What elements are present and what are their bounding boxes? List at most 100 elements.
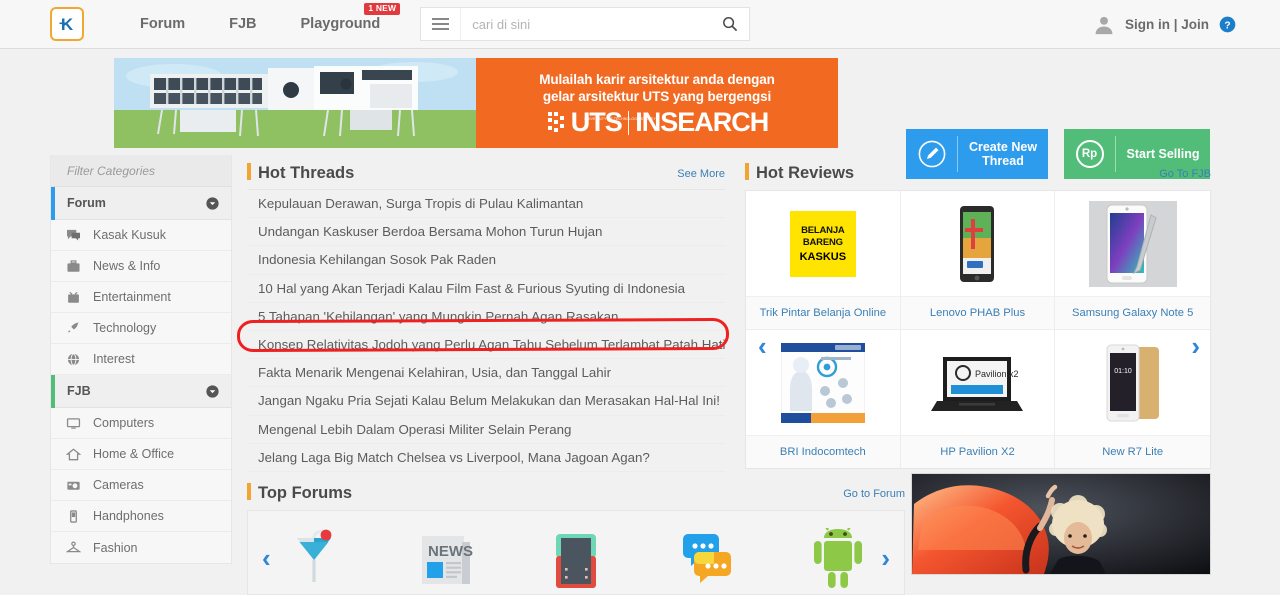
hot-thread-item[interactable]: Jangan Ngaku Pria Sejati Kalau Belum Mel… bbox=[247, 387, 725, 416]
hot-thread-item[interactable]: Mengenal Lebih Dalam Operasi Militer Sel… bbox=[247, 416, 725, 444]
hot-reviews-section: Hot Reviews Go To FJB BELANJA BARENG KAS… bbox=[745, 155, 1211, 469]
uts-brand-text: UTS bbox=[570, 107, 623, 137]
sidebar-item-label: Kasak Kusuk bbox=[93, 228, 166, 242]
reviews-prev-arrow[interactable]: ‹ bbox=[758, 333, 767, 359]
hot-reviews-grid: BELANJA BARENG KASKUS Trik Pintar Belanj… bbox=[745, 190, 1211, 469]
filter-categories-box bbox=[51, 155, 231, 187]
sidebar-item-news-info[interactable]: News & Info bbox=[51, 251, 231, 282]
sidebar-item-label: Fashion bbox=[93, 540, 138, 555]
sidebar-item-label: News & Info bbox=[93, 259, 161, 273]
chevron-down-icon[interactable] bbox=[206, 196, 219, 210]
sidebar-item-cameras[interactable]: Cameras bbox=[51, 470, 231, 501]
review-caption[interactable]: Lenovo PHAB Plus bbox=[900, 296, 1055, 329]
hot-thread-item[interactable]: 10 Hal yang Akan Terjadi Kalau Film Fast… bbox=[247, 275, 725, 303]
tv-icon bbox=[65, 290, 82, 305]
review-thumbnail: BELANJA BARENG KASKUS bbox=[746, 191, 900, 296]
promo-row: Mulailah karir arsitektur anda dengan ge… bbox=[0, 50, 1280, 179]
help-icon[interactable]: ? bbox=[1219, 16, 1236, 33]
avatar-icon bbox=[1095, 16, 1113, 34]
svg-text:?: ? bbox=[1224, 20, 1230, 31]
news-icon: NEWS bbox=[421, 536, 473, 584]
sidebar-group-fjb[interactable]: FJB bbox=[51, 375, 231, 408]
review-caption[interactable]: HP Pavilion X2 bbox=[900, 435, 1055, 468]
review-caption[interactable]: New R7 Lite bbox=[1055, 435, 1210, 468]
sidebar-item-computers[interactable]: Computers bbox=[51, 408, 231, 439]
go-to-forum-link[interactable]: Go to Forum bbox=[843, 488, 905, 500]
reviews-next-arrow[interactable]: › bbox=[1191, 333, 1200, 359]
banner-headline-line1: Mulailah karir arsitektur anda dengan bbox=[539, 72, 775, 87]
uts-logo-lockup: UTS INSEARCH bbox=[546, 109, 769, 136]
fashion-ad-banner[interactable] bbox=[911, 473, 1211, 575]
sign-in-join-link[interactable]: Sign in | Join bbox=[1125, 17, 1209, 32]
review-thumbnail bbox=[746, 330, 900, 435]
sidebar-item-handphones[interactable]: Handphones bbox=[51, 501, 231, 532]
sidebar-item-label: Handphones bbox=[93, 509, 164, 523]
hot-reviews-header: Hot Reviews Go To FJB bbox=[745, 155, 1211, 182]
thumb-line3: KASKUS bbox=[799, 250, 847, 263]
review-thumbnail bbox=[900, 191, 1055, 296]
hot-thread-item-highlighted[interactable]: Konsep Relativitas Jodoh yang Perlu Agan… bbox=[247, 331, 725, 360]
search-input[interactable] bbox=[461, 8, 712, 40]
svg-text:01:10: 01:10 bbox=[1114, 368, 1132, 375]
hamburger-menu-icon[interactable] bbox=[421, 8, 462, 40]
banner-building-photo bbox=[114, 58, 476, 148]
hot-thread-item[interactable]: Indonesia Kehilangan Sosok Pak Raden bbox=[247, 246, 725, 275]
uts-insearch-banner-ad[interactable]: Mulailah karir arsitektur anda dengan ge… bbox=[114, 58, 838, 148]
nav-item-playground[interactable]: Playground 1 NEW bbox=[279, 0, 403, 49]
sidebar-item-kasak-kusuk[interactable]: Kasak Kusuk bbox=[51, 220, 231, 251]
hot-thread-item[interactable]: Undangan Kaskuser Berdoa Bersama Mohon T… bbox=[247, 218, 725, 247]
hot-review-card[interactable]: BRI Indocomtech bbox=[746, 330, 901, 468]
see-more-link[interactable]: See More bbox=[677, 168, 725, 180]
top-forum-item[interactable] bbox=[510, 511, 641, 594]
nav-item-forum[interactable]: Forum bbox=[118, 0, 207, 49]
banner-text-panel: Mulailah karir arsitektur anda dengan ge… bbox=[476, 58, 838, 148]
hot-thread-item[interactable]: Kepulauan Derawan, Surga Tropis di Pulau… bbox=[247, 190, 725, 219]
hot-thread-item[interactable]: Fakta Menarik Mengenai Kelahiran, Usia, … bbox=[247, 359, 725, 388]
cocktail-icon bbox=[296, 529, 331, 582]
sidebar-item-entertainment[interactable]: Entertainment bbox=[51, 282, 231, 313]
monitor-icon bbox=[65, 416, 82, 431]
hot-review-card[interactable]: Pavilion x2 HP Pavilion X2 bbox=[900, 330, 1056, 468]
go-to-fjb-link[interactable]: Go To FJB bbox=[1159, 168, 1211, 180]
handheld-console-icon bbox=[556, 534, 596, 588]
main-nav: Forum FJB Playground 1 NEW bbox=[118, 0, 402, 49]
sidebar-item-home-office[interactable]: Home & Office bbox=[51, 439, 231, 470]
search-button[interactable] bbox=[711, 8, 749, 40]
carousel-prev-arrow[interactable]: ‹ bbox=[262, 545, 271, 571]
sidebar-item-fashion[interactable]: Fashion bbox=[51, 532, 231, 563]
sidebar-item-label: Interest bbox=[93, 352, 135, 366]
section-accent-bar bbox=[247, 483, 251, 500]
review-caption[interactable]: BRI Indocomtech bbox=[746, 435, 900, 468]
hot-review-card[interactable]: BELANJA BARENG KASKUS Trik Pintar Belanj… bbox=[746, 191, 901, 330]
top-forums-section: Top Forums Go to Forum ‹ NEWS › bbox=[247, 475, 905, 595]
top-forum-item[interactable] bbox=[642, 511, 773, 594]
kaskus-logo[interactable]: K bbox=[50, 7, 84, 41]
review-caption[interactable]: Samsung Galaxy Note 5 bbox=[1055, 296, 1210, 329]
nav-item-fjb[interactable]: FJB bbox=[207, 0, 278, 49]
tablet-thumb bbox=[938, 200, 1017, 287]
main-content: Forum Kasak Kusuk News & Info Entertainm… bbox=[0, 155, 1280, 595]
sidebar-group-forum[interactable]: Forum bbox=[51, 187, 231, 220]
section-accent-bar bbox=[247, 163, 251, 180]
laptop-thumb: Pavilion x2 bbox=[929, 346, 1026, 419]
rocket-icon bbox=[65, 321, 82, 336]
sidebar-item-interest[interactable]: Interest bbox=[51, 344, 231, 375]
hot-review-card[interactable]: Lenovo PHAB Plus bbox=[900, 191, 1056, 330]
hot-review-card[interactable]: 01:10 New R7 Lite bbox=[1055, 330, 1210, 468]
sidebar-item-label: Entertainment bbox=[93, 290, 171, 304]
chevron-down-icon[interactable] bbox=[206, 384, 219, 398]
top-forum-item[interactable]: NEWS bbox=[379, 511, 510, 594]
filter-categories-input[interactable] bbox=[51, 163, 224, 178]
carousel-next-arrow[interactable]: › bbox=[881, 545, 890, 571]
sidebar-item-label: Home & Office bbox=[93, 447, 175, 461]
sidebar-item-label: Cameras bbox=[93, 478, 144, 492]
camera-icon bbox=[65, 478, 82, 493]
briefcase-icon bbox=[65, 259, 82, 274]
hot-thread-item[interactable]: Jelang Laga Big Match Chelsea vs Liverpo… bbox=[247, 444, 725, 472]
hot-thread-item[interactable]: 5 Tahapan 'Kehilangan' yang Mungkin Pern… bbox=[247, 303, 725, 331]
banner-headline-line2: gelar arsitektur UTS yang bergengsi bbox=[542, 88, 772, 104]
hot-review-card[interactable]: Samsung Galaxy Note 5 bbox=[1055, 191, 1210, 330]
review-caption[interactable]: Trik Pintar Belanja Online bbox=[746, 296, 900, 329]
svg-text:NEWS: NEWS bbox=[428, 543, 473, 560]
sidebar-item-technology[interactable]: Technology bbox=[51, 313, 231, 344]
